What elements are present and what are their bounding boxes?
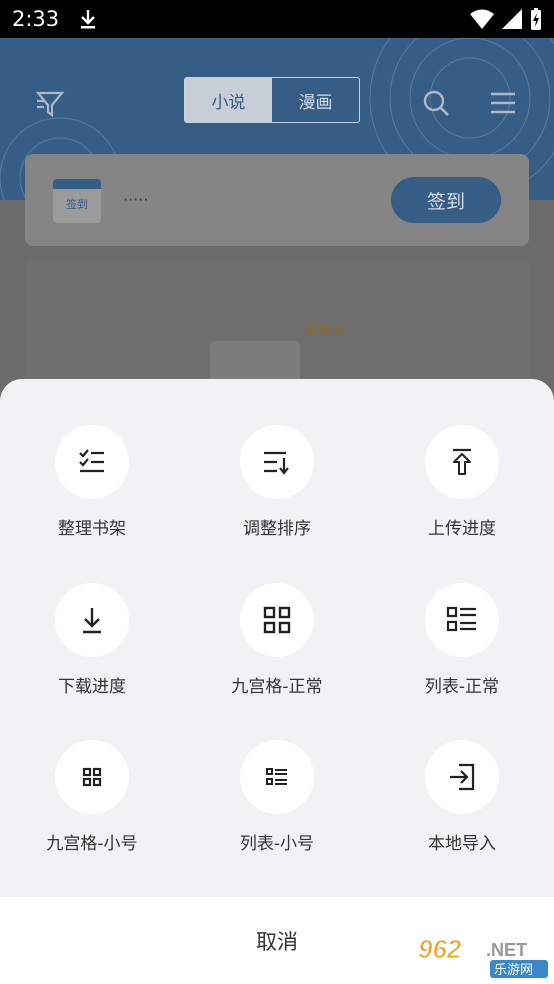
action-list-normal[interactable]: 列表-正常 bbox=[370, 583, 554, 697]
action-label: 调整排序 bbox=[243, 519, 311, 539]
action-grid-normal[interactable]: 九宫格-正常 bbox=[185, 583, 369, 697]
action-label: 列表-正常 bbox=[424, 677, 500, 697]
action-organize-shelf[interactable]: 整理书架 bbox=[0, 425, 184, 539]
filter-icon[interactable] bbox=[34, 87, 66, 119]
download-icon bbox=[83, 608, 101, 634]
import-icon bbox=[450, 763, 475, 791]
tab-comic[interactable]: 漫画 bbox=[272, 78, 359, 122]
calendar-icon: 签到 bbox=[53, 179, 101, 223]
signin-card: 签到 ····· 签到 bbox=[25, 154, 529, 246]
action-download-progress[interactable]: 下载进度 bbox=[0, 583, 184, 697]
checklist-icon bbox=[79, 449, 104, 473]
action-label: 九宫格-小号 bbox=[46, 834, 138, 854]
watermark-suffix: .NET bbox=[486, 940, 527, 960]
battery-icon bbox=[531, 8, 541, 30]
empty-shelf-text: 没书啦~ bbox=[304, 324, 354, 339]
download-notification-icon bbox=[81, 10, 96, 29]
grid-small-icon bbox=[82, 767, 102, 787]
list-icon bbox=[446, 606, 476, 632]
upload-icon bbox=[453, 448, 471, 475]
wifi-icon bbox=[470, 9, 494, 29]
category-tabs: 小说 漫画 bbox=[184, 77, 360, 123]
signin-button[interactable]: 签到 bbox=[391, 177, 501, 223]
list-small-icon bbox=[266, 768, 287, 785]
action-label: 上传进度 bbox=[428, 519, 496, 539]
action-label: 九宫格-正常 bbox=[231, 677, 323, 697]
menu-icon[interactable] bbox=[487, 87, 519, 119]
grid-icon bbox=[263, 606, 291, 634]
tab-novel[interactable]: 小说 bbox=[185, 78, 272, 122]
action-label: 整理书架 bbox=[58, 519, 126, 539]
status-bar: 2:33 bbox=[0, 0, 554, 38]
action-label: 下载进度 bbox=[58, 677, 126, 697]
watermark-number: 962 bbox=[418, 934, 462, 964]
signin-text: ····· bbox=[123, 190, 149, 209]
action-label: 列表-小号 bbox=[239, 834, 315, 854]
action-list-small[interactable]: 列表-小号 bbox=[185, 740, 369, 854]
sort-icon bbox=[264, 451, 289, 475]
bookshelf-action-sheet: 整理书架 调整排序 上传进度 下载进度 九宫格-正常 列表-正常 九宫格-小号 … bbox=[0, 379, 554, 984]
action-upload-progress[interactable]: 上传进度 bbox=[370, 425, 554, 539]
search-icon[interactable] bbox=[420, 87, 452, 119]
site-watermark-logo: 962 .NET 乐游网 bbox=[418, 934, 548, 978]
action-adjust-sort[interactable]: 调整排序 bbox=[185, 425, 369, 539]
calendar-label: 签到 bbox=[66, 198, 88, 211]
signal-icon bbox=[502, 9, 522, 29]
status-time: 2:33 bbox=[12, 7, 60, 31]
action-label: 本地导入 bbox=[428, 834, 496, 854]
action-grid-small[interactable]: 九宫格-小号 bbox=[0, 740, 184, 854]
watermark-cn: 乐游网 bbox=[494, 963, 533, 978]
action-local-import[interactable]: 本地导入 bbox=[370, 740, 554, 854]
